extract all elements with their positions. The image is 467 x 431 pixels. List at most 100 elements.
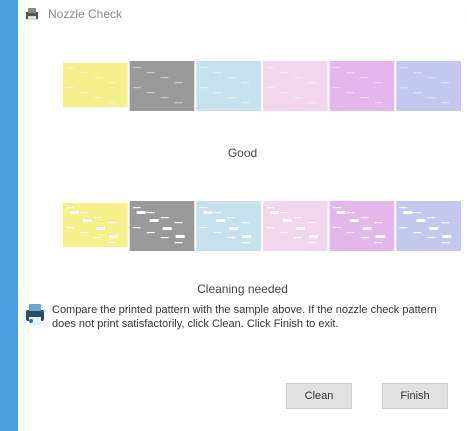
nozzle-pattern-block (329, 61, 395, 111)
nozzle-line (374, 102, 383, 104)
nozzle-line (374, 222, 383, 224)
nozzle-line (427, 77, 436, 79)
nozzle-line (280, 92, 288, 94)
nozzle-line (360, 237, 369, 239)
nozzle-line (199, 207, 208, 209)
nozzle-line (280, 72, 288, 74)
nozzle-line (94, 97, 102, 99)
nozzle-gap (229, 227, 239, 230)
nozzle-line (94, 77, 102, 79)
nozzle-pattern-block (396, 201, 461, 251)
clean-button[interactable]: Clean (286, 383, 352, 409)
nozzle-line (427, 217, 436, 219)
nozzle-line (294, 237, 302, 239)
nozzle-line (199, 227, 208, 229)
nozzle-line (266, 67, 274, 69)
nozzle-line (80, 212, 88, 214)
nozzle-gap (70, 211, 79, 214)
nozzle-pattern-block (129, 201, 195, 251)
nozzle-line (174, 102, 183, 104)
nozzle-line (160, 97, 169, 99)
nozzle-line (227, 237, 236, 239)
nozzle-line (346, 72, 355, 74)
nozzle-line (427, 97, 436, 99)
nozzle-line (241, 242, 250, 244)
nozzle-line (360, 217, 369, 219)
nozzle-line (108, 242, 116, 244)
nozzle-gap (416, 219, 426, 222)
nozzle-gap (429, 227, 439, 230)
nozzle-line (413, 72, 422, 74)
nozzle-line (66, 207, 74, 209)
nozzle-line (213, 92, 222, 94)
nozzle-line (213, 232, 222, 234)
nozzle-line (146, 232, 155, 234)
nozzle-line (108, 102, 116, 104)
nozzle-gap (83, 219, 92, 222)
nozzle-line (132, 67, 141, 69)
nozzle-gap (349, 219, 359, 222)
nozzle-line (174, 82, 183, 84)
nozzle-line (294, 77, 302, 79)
nozzle-line (280, 212, 288, 214)
nozzle-line (413, 232, 422, 234)
nozzle-line (441, 82, 450, 84)
nozzle-line (308, 102, 316, 104)
nozzle-line (160, 217, 169, 219)
nozzle-line (80, 72, 88, 74)
nozzle-line (80, 92, 88, 94)
nozzle-check-window: Nozzle Check × Good Cleaning needed Comp… (0, 0, 467, 431)
nozzle-line (266, 227, 274, 229)
nozzle-line (241, 222, 250, 224)
nozzle-line (346, 212, 355, 214)
printer-check-icon (26, 304, 44, 325)
nozzle-line (308, 82, 316, 84)
title-bar: Nozzle Check × (18, 0, 467, 28)
nozzle-line (360, 97, 369, 99)
nozzle-line (66, 67, 74, 69)
nozzle-line (160, 237, 169, 239)
nozzle-line (199, 67, 208, 69)
finish-button[interactable]: Finish (382, 383, 448, 409)
nozzle-pattern-block (263, 201, 328, 251)
nozzle-line (332, 227, 341, 229)
nozzle-line (146, 72, 155, 74)
nozzle-line (146, 92, 155, 94)
nozzle-line (160, 77, 169, 79)
nozzle-line (413, 92, 422, 94)
nozzle-pattern-block (196, 61, 261, 111)
nozzle-line (427, 237, 436, 239)
nozzle-line (94, 237, 102, 239)
nozzle-gap (296, 227, 305, 230)
nozzle-gap (242, 235, 252, 238)
nozzle-pattern-block (396, 61, 461, 111)
nozzle-line (294, 97, 302, 99)
nozzle-line (360, 77, 369, 79)
nozzle-gap (96, 227, 105, 230)
nozzle-line (441, 102, 450, 104)
nozzle-line (132, 227, 141, 229)
nozzle-line (132, 87, 141, 89)
nozzle-pattern-block (63, 203, 128, 247)
nozzle-line (346, 92, 355, 94)
nozzle-line (332, 67, 341, 69)
nozzle-line (441, 242, 450, 244)
nozzle-line (308, 242, 316, 244)
good-label: Good (227, 146, 258, 160)
cleaning-sample-pattern (62, 197, 462, 257)
nozzle-pattern-block (196, 201, 261, 251)
nozzle-line (399, 227, 408, 229)
nozzle-line (294, 217, 302, 219)
nozzle-line (308, 222, 316, 224)
nozzle-gap (283, 219, 292, 222)
nozzle-line (266, 87, 274, 89)
nozzle-gap (403, 211, 413, 214)
nozzle-line (399, 87, 408, 89)
nozzle-line (108, 222, 116, 224)
cleaning-needed-label: Cleaning needed (197, 282, 288, 296)
nozzle-line (174, 242, 183, 244)
nozzle-line (280, 232, 288, 234)
nozzle-gap (336, 211, 346, 214)
nozzle-line (346, 232, 355, 234)
nozzle-line (174, 222, 183, 224)
